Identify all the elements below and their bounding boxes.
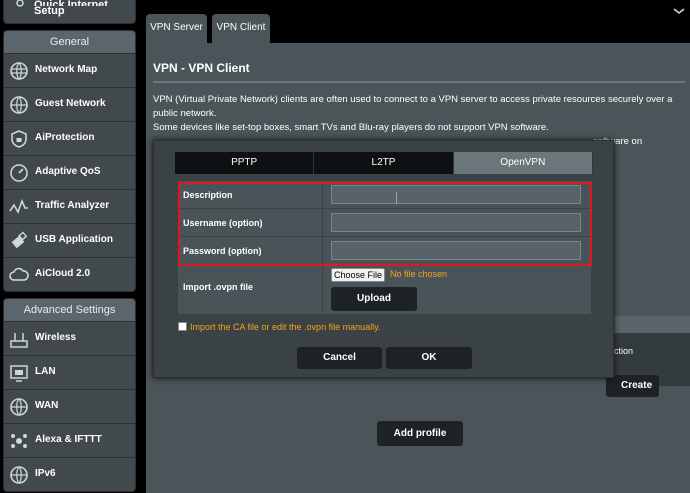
highlight-box <box>178 182 592 266</box>
sidebar-item-label: AiCloud 2.0 <box>35 268 91 279</box>
sidebar-item-label: Guest Network <box>35 98 106 109</box>
sidebar-group-advanced: Advanced Settings Wireless LAN WAN Alexa… <box>3 298 136 492</box>
tab-openvpn[interactable]: OpenVPN <box>453 152 593 174</box>
sidebar-item-guest-network[interactable]: Guest Network <box>3 88 136 122</box>
sidebar-item-adaptive-qos[interactable]: Adaptive QoS <box>3 156 136 190</box>
file-status-text: No file chosen <box>390 269 448 279</box>
sidebar-item-label: WAN <box>35 400 59 411</box>
sidebar-item-wireless[interactable]: Wireless <box>3 322 136 356</box>
sidebar-header-advanced: Advanced Settings <box>3 298 136 322</box>
protocol-tabs: PPTP L2TP OpenVPN <box>175 152 593 174</box>
cloud-icon <box>9 267 29 281</box>
sidebar-item-ipv6[interactable]: IPv6 <box>3 458 136 492</box>
collapse-icon[interactable] <box>672 6 686 16</box>
sidebar: Quick Internet Setup General Network Map… <box>0 0 138 493</box>
sidebar-header-general: General <box>3 30 136 54</box>
sidebar-item-label: LAN <box>35 366 56 377</box>
tab-pptp[interactable]: PPTP <box>175 152 315 174</box>
tab-l2tp[interactable]: L2TP <box>314 152 454 174</box>
sidebar-item-label: Traffic Analyzer <box>35 200 110 211</box>
upload-button[interactable]: Upload <box>331 287 417 311</box>
sidebar-item-wan[interactable]: WAN <box>3 390 136 424</box>
wireless-icon <box>10 333 28 348</box>
sidebar-item-aicloud[interactable]: AiCloud 2.0 <box>3 258 136 292</box>
description-line: VPN (Virtual Private Network) clients ar… <box>153 94 673 105</box>
sidebar-item-aiprotection[interactable]: AiProtection <box>3 122 136 156</box>
sidebar-item-quick-setup[interactable]: Quick Internet Setup <box>3 0 136 24</box>
ok-button[interactable]: OK <box>386 347 472 369</box>
sidebar-item-traffic-analyzer[interactable]: Traffic Analyzer <box>3 190 136 224</box>
alexa-ifttt-icon <box>11 434 27 448</box>
choose-file-button[interactable]: Choose File <box>331 268 385 282</box>
sidebar-item-label: USB Application <box>35 234 113 245</box>
traffic-chart-icon <box>9 198 28 214</box>
description-line: Some devices like set-top boxes, smart T… <box>153 122 549 133</box>
usb-icon <box>11 231 28 249</box>
page-title: VPN - VPN Client <box>153 61 250 75</box>
sidebar-item-label: Setup <box>34 5 65 17</box>
quick-setup-icon <box>16 0 24 7</box>
lan-icon <box>10 365 28 382</box>
import-ca-label: Import the CA file or edit the .ovpn fil… <box>190 322 381 332</box>
sidebar-item-label: AiProtection <box>35 132 95 143</box>
create-button[interactable]: Create <box>606 375 659 397</box>
sidebar-item-label: Network Map <box>35 64 98 75</box>
import-ovpn-label: Import .ovpn file <box>183 282 254 292</box>
add-profile-button[interactable]: Add profile <box>377 421 463 446</box>
wan-globe-icon <box>10 398 28 416</box>
form-row-import: Import .ovpn file Choose File No file ch… <box>178 265 591 315</box>
globe-icon <box>10 96 28 114</box>
sidebar-item-network-map[interactable]: Network Map <box>3 54 136 88</box>
sidebar-item-label: Wireless <box>35 332 77 343</box>
tab-vpn-server[interactable]: VPN Server <box>146 14 207 44</box>
table-header-partial: ction <box>614 346 634 356</box>
sidebar-item-label: Alexa & IFTTT <box>35 434 102 445</box>
sidebar-group-general: General Network Map Guest Network AiProt… <box>3 30 136 292</box>
description-line: public network. <box>153 108 217 119</box>
tab-vpn-client[interactable]: VPN Client <box>212 14 270 44</box>
sidebar-item-lan[interactable]: LAN <box>3 356 136 390</box>
sidebar-item-alexa-ifttt[interactable]: Alexa & IFTTT <box>3 424 136 458</box>
sidebar-item-label: Adaptive QoS <box>35 166 101 177</box>
sidebar-item-label: IPv6 <box>35 468 56 479</box>
network-map-icon <box>10 62 28 80</box>
title-divider <box>153 81 685 83</box>
qos-gauge-icon <box>10 164 28 182</box>
import-ca-checkbox[interactable] <box>178 322 187 331</box>
text-cursor <box>396 192 397 204</box>
sidebar-item-usb-application[interactable]: USB Application <box>3 224 136 258</box>
vpn-profile-dialog: PPTP L2TP OpenVPN Description Username (… <box>153 140 614 378</box>
ipv6-globe-icon <box>10 466 28 484</box>
cancel-button[interactable]: Cancel <box>297 347 382 369</box>
shield-lock-icon <box>11 130 27 148</box>
